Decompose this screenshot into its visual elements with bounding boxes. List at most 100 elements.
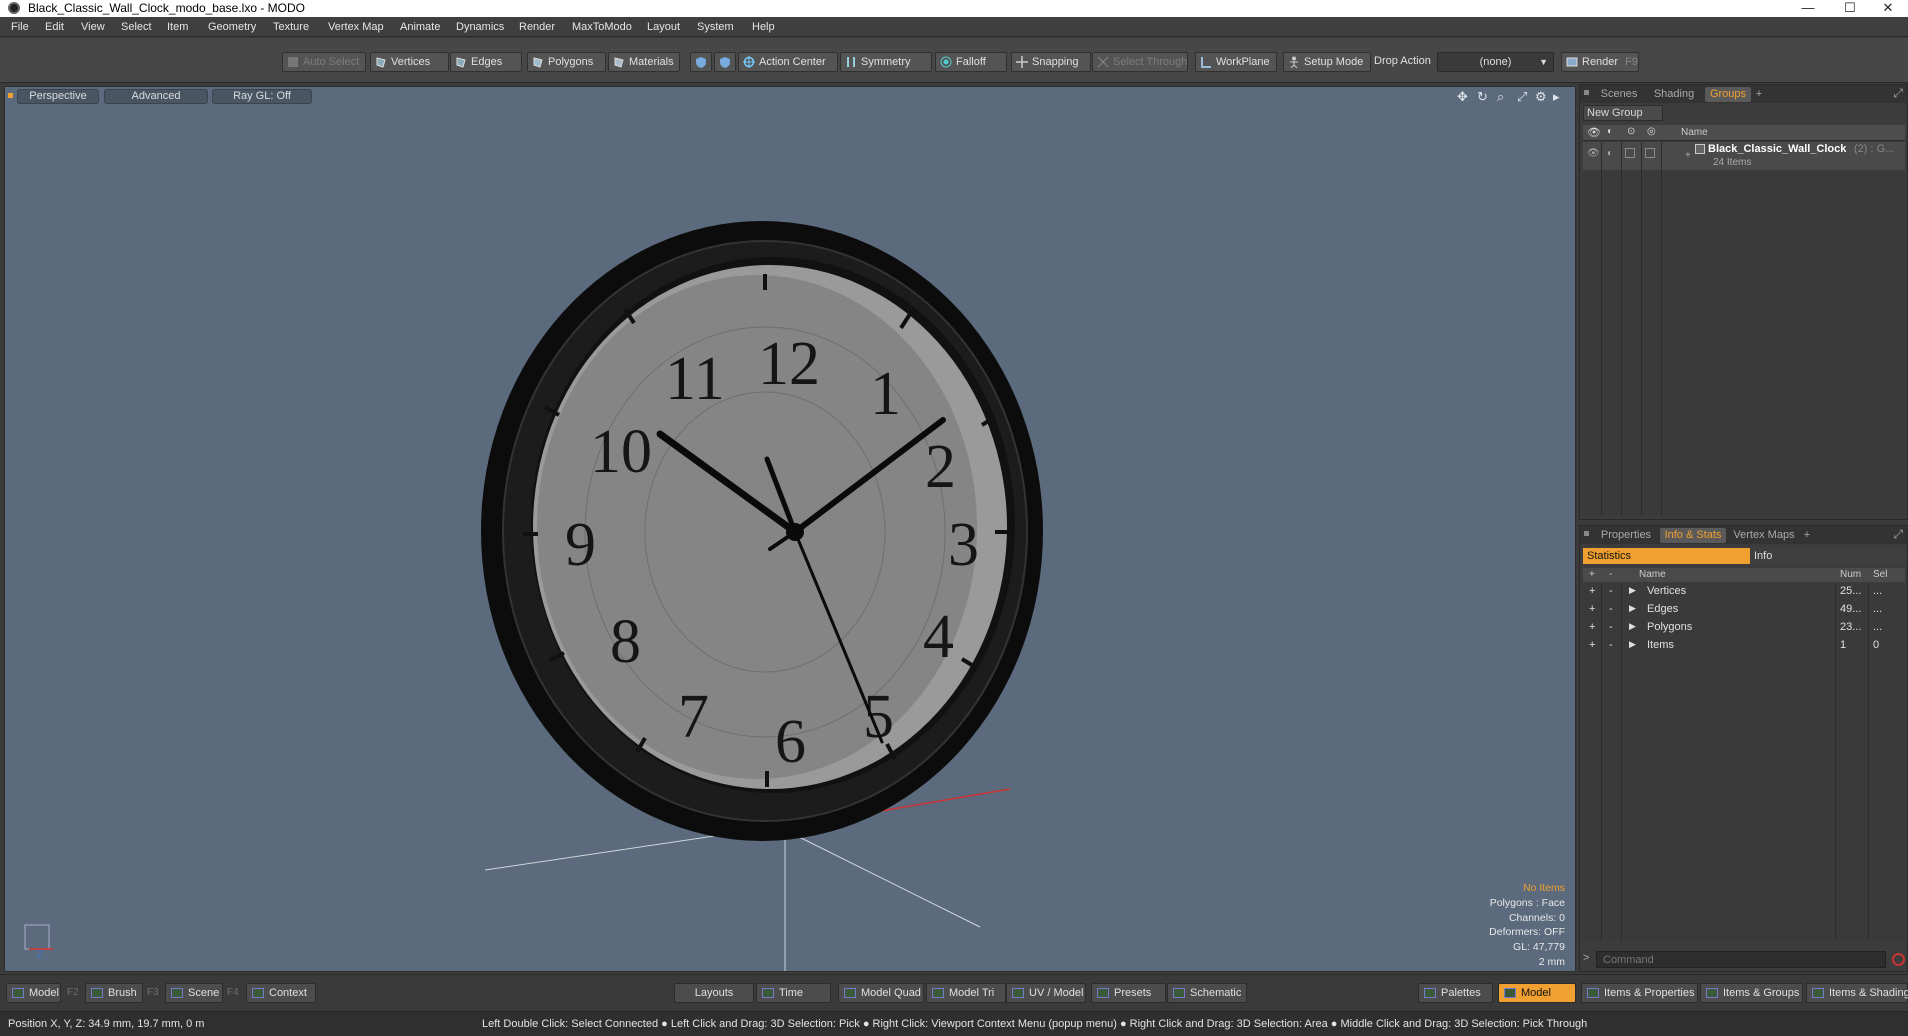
expand-icon[interactable]: + xyxy=(1589,603,1595,615)
menu-view[interactable]: View xyxy=(81,21,105,33)
numeral-11: 11 xyxy=(665,345,725,413)
row-sel: ... xyxy=(1873,603,1883,615)
menu-select[interactable]: Select xyxy=(121,21,152,33)
model-tri-button[interactable]: Model Tri xyxy=(926,983,1006,1003)
items-properties-button[interactable]: Items & Properties xyxy=(1581,983,1698,1003)
select-checkbox[interactable] xyxy=(1645,148,1655,158)
menu-render[interactable]: Render xyxy=(519,21,555,33)
collapse-icon[interactable]: - xyxy=(1609,621,1613,633)
render-toggle-icon[interactable]: ◐ xyxy=(1607,148,1613,159)
time-button[interactable]: Time xyxy=(756,983,831,1003)
expand-all-icon[interactable]: + xyxy=(1589,569,1595,580)
triangle-right-icon[interactable]: ▶ xyxy=(1629,621,1636,632)
menu-dynamics[interactable]: Dynamics xyxy=(456,21,504,33)
polygons-button[interactable]: Polygons xyxy=(527,52,606,72)
table-row[interactable]: + - ▶ Polygons 23... ... xyxy=(1583,619,1905,637)
tab-properties[interactable]: Properties xyxy=(1596,528,1656,543)
menu-help[interactable]: Help xyxy=(752,21,775,33)
menu-edit[interactable]: Edit xyxy=(45,21,64,33)
model-mode-button[interactable]: Model xyxy=(6,983,61,1003)
shield-toggle-2[interactable] xyxy=(714,52,736,72)
menu-geometry[interactable]: Geometry xyxy=(208,21,256,33)
uv-model-button[interactable]: UV / Model xyxy=(1006,983,1086,1003)
setup-mode-button[interactable]: Setup Mode xyxy=(1283,52,1371,72)
model-layout-active-button[interactable]: Model xyxy=(1498,983,1576,1003)
panel-menu-icon[interactable] xyxy=(1584,531,1589,536)
lock-checkbox[interactable] xyxy=(1625,148,1635,158)
table-row[interactable]: + - ▶ Vertices 25... ... xyxy=(1583,583,1905,601)
presets-button[interactable]: Presets xyxy=(1091,983,1166,1003)
command-record-icon[interactable] xyxy=(1892,953,1905,966)
layouts-button[interactable]: Layouts xyxy=(674,983,754,1003)
table-row[interactable]: + - ▶ Edges 49... ... xyxy=(1583,601,1905,619)
expand-group-icon[interactable]: + xyxy=(1685,150,1691,161)
tab-scenes[interactable]: Scenes xyxy=(1594,87,1644,102)
select-toggle-icon[interactable]: ◎ xyxy=(1647,126,1656,137)
expand-panel-icon[interactable]: ⤢ xyxy=(1893,86,1903,101)
shield-toggle-1[interactable] xyxy=(690,52,712,72)
menu-maxtomodo[interactable]: MaxToModo xyxy=(572,21,632,33)
collapse-icon[interactable]: - xyxy=(1609,603,1613,615)
new-group-button[interactable]: New Group xyxy=(1583,105,1663,121)
tab-vertex-maps[interactable]: Vertex Maps xyxy=(1730,528,1798,543)
collapse-icon[interactable]: - xyxy=(1609,585,1613,597)
3d-viewport[interactable]: Perspective Advanced Ray GL: Off ✥ ↻ ⌕ ⤢… xyxy=(4,86,1576,972)
menu-layout[interactable]: Layout xyxy=(647,21,680,33)
palettes-button[interactable]: Palettes xyxy=(1418,983,1493,1003)
tab-shading[interactable]: Shading xyxy=(1648,87,1700,102)
tab-info-stats[interactable]: Info & Stats xyxy=(1660,528,1726,543)
workplane-button[interactable]: WorkPlane xyxy=(1195,52,1277,72)
add-tab-button[interactable]: + xyxy=(1800,528,1814,543)
schematic-button[interactable]: Schematic xyxy=(1167,983,1247,1003)
model-icon xyxy=(12,988,24,998)
triangle-right-icon[interactable]: ▶ xyxy=(1629,585,1636,596)
command-input[interactable] xyxy=(1596,951,1886,968)
maximize-button[interactable]: ☐ xyxy=(1830,0,1870,17)
panel-menu-icon[interactable] xyxy=(1584,90,1589,95)
menu-vertex-map[interactable]: Vertex Map xyxy=(328,21,384,33)
brush-icon xyxy=(91,988,103,998)
materials-button[interactable]: Materials xyxy=(608,52,680,72)
render-toggle-icon[interactable]: ◐ xyxy=(1607,126,1613,137)
falloff-button[interactable]: Falloff xyxy=(935,52,1007,72)
eye-icon[interactable]: 👁 xyxy=(1587,126,1601,139)
vertices-button[interactable]: Vertices xyxy=(370,52,449,72)
items-shading-button[interactable]: Items & Shading xyxy=(1806,983,1908,1003)
expand-icon[interactable]: + xyxy=(1589,621,1595,633)
eye-icon[interactable]: 👁 xyxy=(1587,148,1600,159)
action-center-button[interactable]: Action Center xyxy=(738,52,838,72)
add-tab-button[interactable]: + xyxy=(1752,87,1766,102)
minimize-button[interactable]: — xyxy=(1788,0,1828,17)
close-button[interactable]: ✕ xyxy=(1868,0,1908,17)
menu-file[interactable]: File xyxy=(11,21,29,33)
edges-button[interactable]: Edges xyxy=(450,52,522,72)
expand-icon[interactable]: + xyxy=(1589,585,1595,597)
menu-item[interactable]: Item xyxy=(167,21,188,33)
triangle-right-icon[interactable]: ▶ xyxy=(1629,603,1636,614)
auto-select-button[interactable]: Auto Select xyxy=(282,52,366,72)
tab-groups[interactable]: Groups xyxy=(1705,87,1751,102)
menu-animate[interactable]: Animate xyxy=(400,21,440,33)
model-quad-button[interactable]: Model Quad xyxy=(838,983,924,1003)
brush-mode-button[interactable]: Brush xyxy=(85,983,143,1003)
expand-icon[interactable]: + xyxy=(1589,639,1595,651)
context-mode-button[interactable]: Context xyxy=(246,983,316,1003)
select-through-button[interactable]: Select Through xyxy=(1092,52,1188,72)
drop-action-select[interactable]: (none) ▼ xyxy=(1437,52,1554,72)
symmetry-button[interactable]: Symmetry xyxy=(840,52,932,72)
info-subtab[interactable]: Info xyxy=(1750,548,1905,564)
menu-texture[interactable]: Texture xyxy=(273,21,309,33)
scene-mode-button[interactable]: Scene xyxy=(165,983,223,1003)
items-groups-button[interactable]: Items & Groups xyxy=(1700,983,1803,1003)
collapse-all-icon[interactable]: - xyxy=(1609,569,1612,580)
group-row[interactable]: 👁 ◐ + Black_Classic_Wall_Clock (2) : G..… xyxy=(1583,142,1905,170)
lock-icon[interactable]: ⊙ xyxy=(1627,126,1635,137)
table-row[interactable]: + - ▶ Items 1 0 xyxy=(1583,637,1905,655)
snapping-button[interactable]: Snapping xyxy=(1011,52,1091,72)
menu-system[interactable]: System xyxy=(697,21,734,33)
triangle-right-icon[interactable]: ▶ xyxy=(1629,639,1636,650)
collapse-icon[interactable]: - xyxy=(1609,639,1613,651)
expand-panel-icon[interactable]: ⤢ xyxy=(1893,527,1903,542)
statistics-subtab[interactable]: Statistics xyxy=(1583,548,1750,564)
render-button[interactable]: Render F9 xyxy=(1561,52,1639,72)
